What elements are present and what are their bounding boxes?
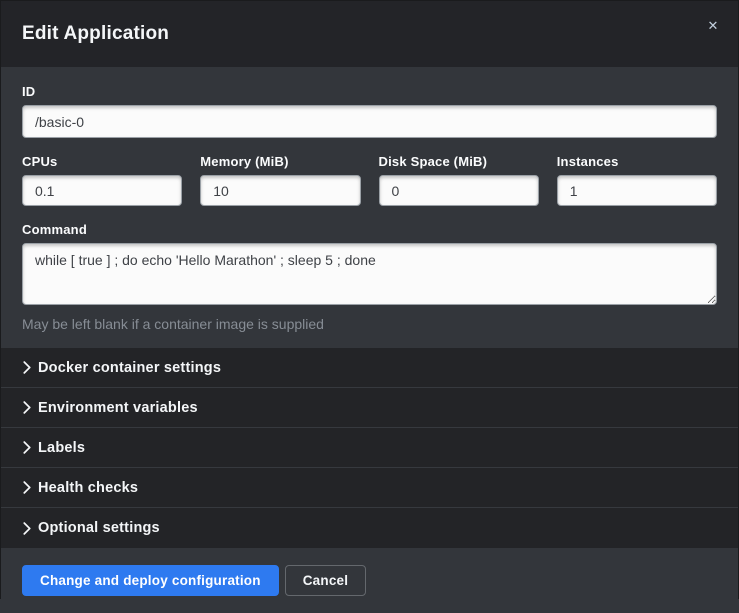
instances-field-group: Instances: [557, 154, 717, 206]
section-labels[interactable]: Labels: [1, 428, 738, 468]
section-label: Docker container settings: [38, 360, 221, 376]
section-environment-variables[interactable]: Environment variables: [1, 388, 738, 428]
disk-label: Disk Space (MiB): [379, 154, 539, 169]
chevron-right-icon: [22, 361, 37, 374]
cpus-input[interactable]: [22, 175, 182, 206]
instances-input[interactable]: [557, 175, 717, 206]
memory-input[interactable]: [200, 175, 360, 206]
chevron-right-icon: [22, 401, 37, 414]
id-field-group: ID: [22, 84, 717, 138]
application-form: ID CPUs Memory (MiB) Disk Space (MiB) In…: [1, 67, 738, 348]
instances-label: Instances: [557, 154, 717, 169]
modal-footer: Change and deploy configuration Cancel: [1, 548, 738, 613]
modal-header: Edit Application ✕: [1, 1, 738, 67]
cancel-button[interactable]: Cancel: [285, 565, 366, 596]
section-health-checks[interactable]: Health checks: [1, 468, 738, 508]
close-icon[interactable]: ✕: [702, 15, 724, 37]
section-docker-container-settings[interactable]: Docker container settings: [1, 348, 738, 388]
cpus-label: CPUs: [22, 154, 182, 169]
resources-row: CPUs Memory (MiB) Disk Space (MiB) Insta…: [22, 154, 717, 206]
disk-input[interactable]: [379, 175, 539, 206]
command-help-text: May be left blank if a container image i…: [22, 316, 717, 332]
memory-field-group: Memory (MiB): [200, 154, 360, 206]
id-label: ID: [22, 84, 717, 99]
command-textarea[interactable]: while [ true ] ; do echo 'Hello Marathon…: [22, 243, 717, 305]
chevron-right-icon: [22, 481, 37, 494]
memory-label: Memory (MiB): [200, 154, 360, 169]
section-label: Environment variables: [38, 400, 198, 416]
chevron-right-icon: [22, 522, 37, 535]
cpus-field-group: CPUs: [22, 154, 182, 206]
modal-title: Edit Application: [22, 23, 169, 45]
command-field-group: Command while [ true ] ; do echo 'Hello …: [22, 222, 717, 332]
section-label: Optional settings: [38, 520, 160, 536]
disk-field-group: Disk Space (MiB): [379, 154, 539, 206]
section-label: Labels: [38, 440, 85, 456]
command-label: Command: [22, 222, 717, 237]
section-label: Health checks: [38, 480, 138, 496]
change-and-deploy-button[interactable]: Change and deploy configuration: [22, 565, 279, 596]
section-optional-settings[interactable]: Optional settings: [1, 508, 738, 548]
collapsible-sections: Docker container settings Environment va…: [1, 348, 738, 548]
id-input[interactable]: [22, 105, 717, 138]
chevron-right-icon: [22, 441, 37, 454]
edit-application-modal: Edit Application ✕ ID CPUs Memory (MiB) …: [1, 1, 738, 598]
